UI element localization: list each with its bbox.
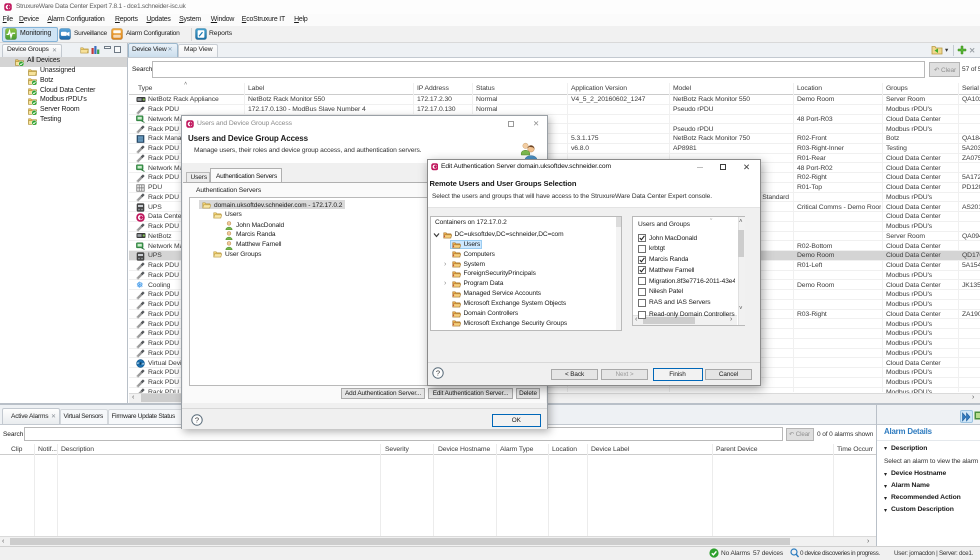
svg-text:?: ?	[435, 369, 439, 378]
svg-text:?: ?	[195, 416, 199, 425]
